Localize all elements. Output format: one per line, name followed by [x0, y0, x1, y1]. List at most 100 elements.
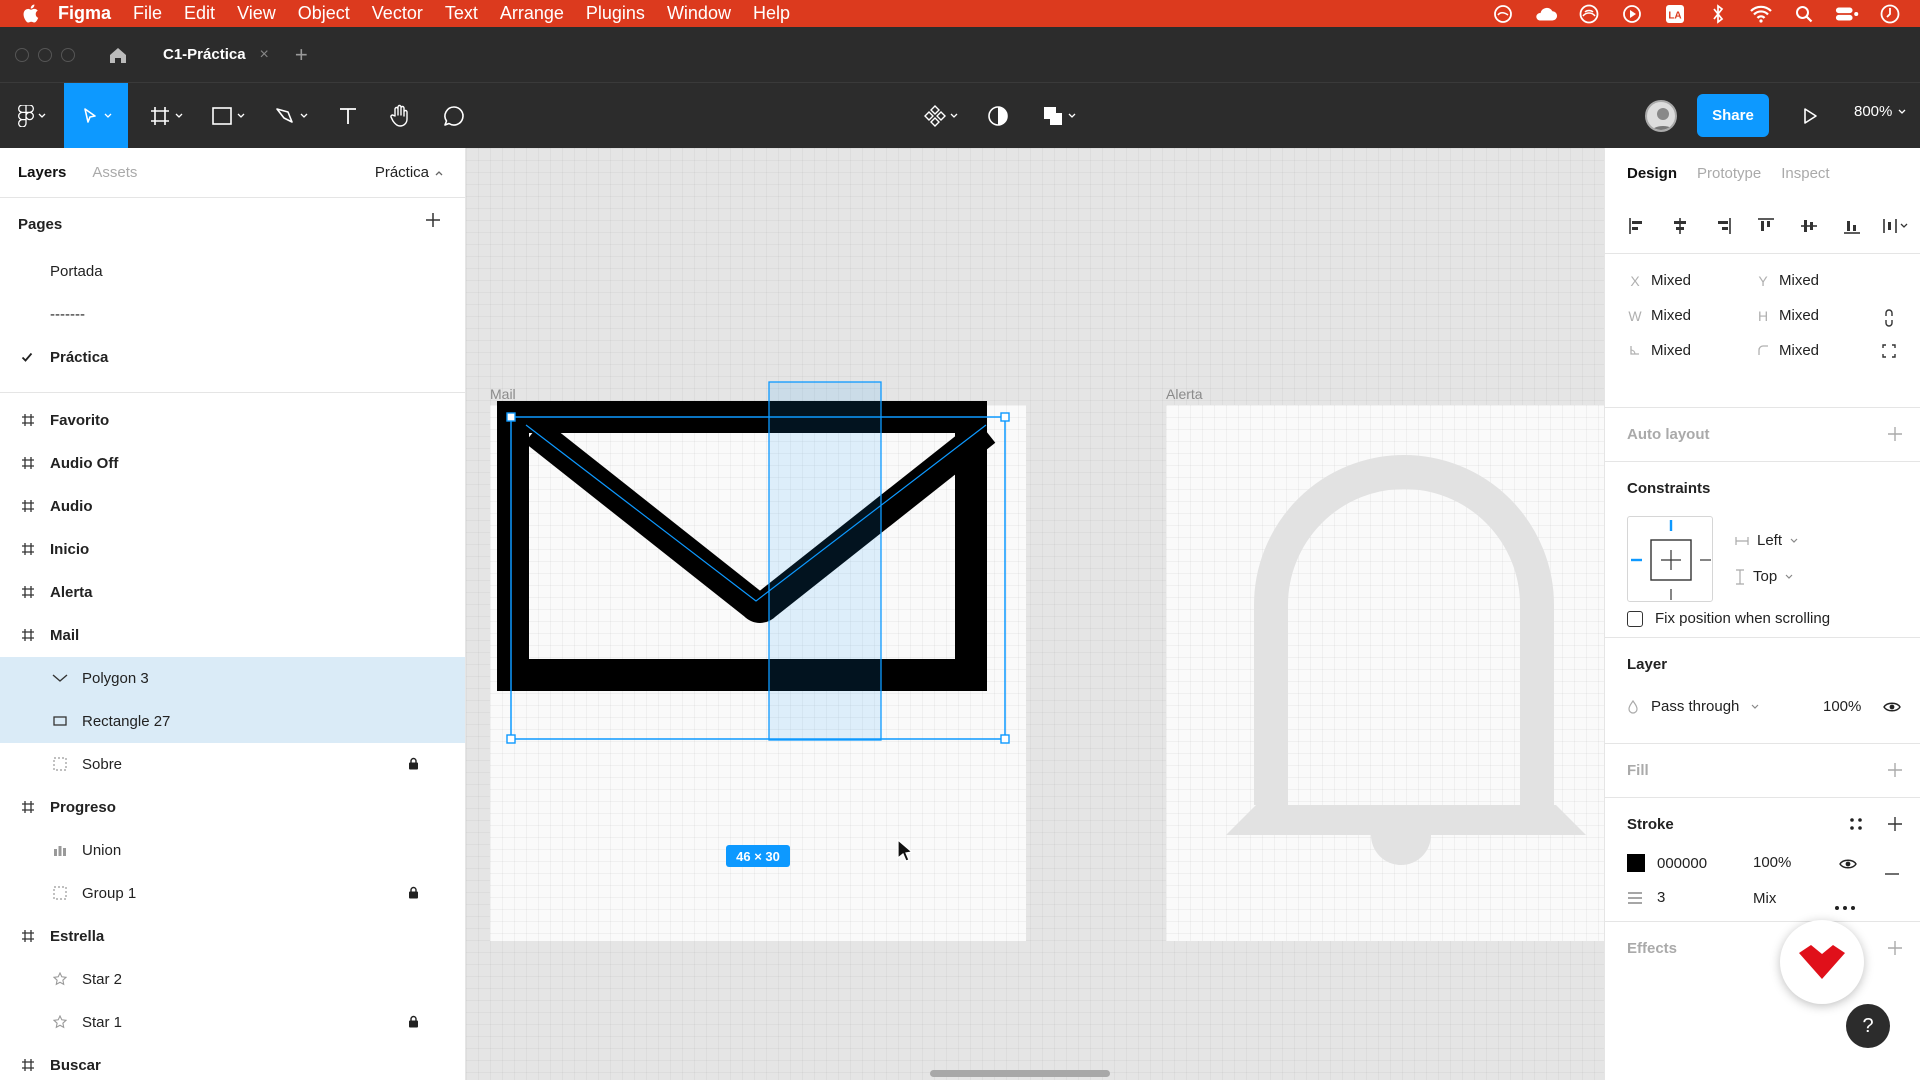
home-icon[interactable]	[107, 44, 129, 66]
menu-arrange[interactable]: Arrange	[500, 3, 564, 24]
layer-row-audio-off[interactable]: Audio Off	[0, 442, 465, 485]
text-tool[interactable]	[330, 83, 366, 148]
page-item-separator[interactable]: -------	[0, 293, 465, 336]
vertical-constraint-select[interactable]: Top	[1735, 568, 1793, 585]
apple-logo-icon[interactable]	[22, 4, 40, 23]
horizontal-constraint-select[interactable]: Left	[1735, 532, 1798, 549]
add-fill-icon[interactable]	[1888, 763, 1902, 781]
bell-icon[interactable]	[1166, 405, 1604, 941]
avatar[interactable]	[1645, 100, 1677, 132]
layer-row-estrella[interactable]: Estrella	[0, 915, 465, 958]
menu-window[interactable]: Window	[667, 3, 731, 24]
search-icon[interactable]	[1792, 4, 1816, 24]
tab-inspect[interactable]: Inspect	[1781, 165, 1829, 182]
more-options-icon[interactable]	[1835, 897, 1855, 914]
shape-tool[interactable]	[204, 83, 252, 148]
layer-row-alerta[interactable]: Alerta	[0, 571, 465, 614]
x-field[interactable]: X Mixed	[1619, 272, 1691, 289]
menu-vector[interactable]: Vector	[372, 3, 423, 24]
rotation-field[interactable]: Mixed	[1619, 342, 1691, 359]
lock-icon[interactable]	[408, 757, 419, 774]
clock-icon[interactable]	[1878, 4, 1902, 24]
stroke-color-swatch[interactable]	[1627, 854, 1645, 872]
align-bottom-icon[interactable]	[1838, 212, 1866, 240]
layer-row-star-1[interactable]: Star 1	[0, 1001, 465, 1044]
page-item-practica[interactable]: Práctica	[0, 336, 465, 379]
layer-row-progreso[interactable]: Progreso	[0, 786, 465, 829]
checkbox[interactable]	[1627, 610, 1643, 627]
constrain-proportions-icon[interactable]	[1883, 309, 1895, 331]
add-effect-icon[interactable]	[1888, 941, 1902, 959]
zoom-window-button[interactable]	[61, 47, 75, 62]
close-window-button[interactable]	[15, 47, 29, 62]
stroke-position-value[interactable]: Mix	[1753, 890, 1776, 907]
layer-row-inicio[interactable]: Inicio	[0, 528, 465, 571]
constraints-widget[interactable]	[1627, 516, 1713, 602]
present-button[interactable]	[1790, 83, 1830, 148]
menu-view[interactable]: View	[237, 3, 276, 24]
stroke-weight-field[interactable]: 3	[1627, 889, 1665, 906]
stroke-opacity-value[interactable]: 100%	[1753, 854, 1791, 871]
layer-row-rectangle-27[interactable]: Rectangle 27	[0, 700, 465, 743]
menu-plugins[interactable]: Plugins	[586, 3, 645, 24]
align-top-icon[interactable]	[1752, 212, 1780, 240]
file-tab[interactable]: C1-Práctica ×	[157, 27, 275, 82]
height-field[interactable]: H Mixed	[1747, 307, 1819, 324]
fix-position-checkbox[interactable]: Fix position when scrolling	[1627, 610, 1830, 627]
brand-badge[interactable]	[1780, 920, 1864, 1004]
help-button[interactable]: ?	[1846, 1004, 1890, 1048]
tab-layers[interactable]: Layers	[18, 164, 66, 181]
comment-tool[interactable]	[436, 83, 472, 148]
align-left-icon[interactable]	[1623, 212, 1651, 240]
adobe-icon[interactable]	[1577, 4, 1601, 24]
control-center-icon[interactable]	[1835, 4, 1859, 24]
envelope-icon[interactable]	[466, 148, 1066, 768]
menu-edit[interactable]: Edit	[184, 3, 215, 24]
bluetooth-icon[interactable]	[1706, 3, 1730, 24]
boolean-tool[interactable]	[1034, 83, 1084, 148]
page-item-portada[interactable]: Portada	[0, 250, 465, 293]
horizontal-scrollbar[interactable]	[930, 1070, 1110, 1077]
menu-help[interactable]: Help	[753, 3, 790, 24]
menu-app-name[interactable]: Figma	[58, 3, 111, 24]
main-menu-button[interactable]	[10, 83, 54, 148]
menu-file[interactable]: File	[133, 3, 162, 24]
independent-corners-icon[interactable]	[1882, 344, 1896, 362]
tab-assets[interactable]: Assets	[92, 164, 137, 181]
new-tab-button[interactable]: +	[295, 42, 308, 68]
wifi-icon[interactable]	[1749, 4, 1773, 24]
menu-object[interactable]: Object	[298, 3, 350, 24]
menu-text[interactable]: Text	[445, 3, 478, 24]
components-tool[interactable]	[916, 83, 966, 148]
y-field[interactable]: Y Mixed	[1747, 272, 1819, 289]
layer-row-group-1[interactable]: Group 1	[0, 872, 465, 915]
lock-icon[interactable]	[408, 886, 419, 903]
layer-row-favorito[interactable]: Favorito	[0, 399, 465, 442]
add-stroke-icon[interactable]	[1888, 817, 1902, 835]
width-field[interactable]: W Mixed	[1619, 307, 1691, 324]
layer-row-buscar[interactable]: Buscar	[0, 1044, 465, 1080]
layer-row-mail[interactable]: Mail	[0, 614, 465, 657]
layer-row-sobre[interactable]: Sobre	[0, 743, 465, 786]
play-circle-icon[interactable]	[1620, 4, 1644, 24]
layer-row-star-2[interactable]: Star 2	[0, 958, 465, 1001]
blend-mode-select[interactable]: Pass through	[1627, 698, 1759, 715]
align-right-icon[interactable]	[1709, 212, 1737, 240]
layer-row-union[interactable]: Union	[0, 829, 465, 872]
align-horizontal-center-icon[interactable]	[1666, 212, 1694, 240]
minimize-window-button[interactable]	[38, 47, 52, 62]
eye-icon[interactable]	[1839, 857, 1857, 874]
page-selector[interactable]: Práctica	[375, 164, 443, 181]
add-page-icon[interactable]	[425, 212, 441, 232]
layer-opacity-value[interactable]: 100%	[1823, 698, 1861, 715]
tab-design[interactable]: Design	[1627, 165, 1677, 182]
pen-tool[interactable]	[266, 83, 316, 148]
frame-tool[interactable]	[142, 83, 190, 148]
corner-radius-field[interactable]: Mixed	[1747, 342, 1819, 359]
align-vertical-center-icon[interactable]	[1795, 212, 1823, 240]
eye-icon[interactable]	[1883, 700, 1901, 717]
frame-label-alerta[interactable]: Alerta	[1166, 386, 1203, 402]
tab-prototype[interactable]: Prototype	[1697, 165, 1761, 182]
stroke-color-field[interactable]: 000000	[1627, 854, 1707, 872]
distribute-icon[interactable]	[1881, 212, 1909, 240]
